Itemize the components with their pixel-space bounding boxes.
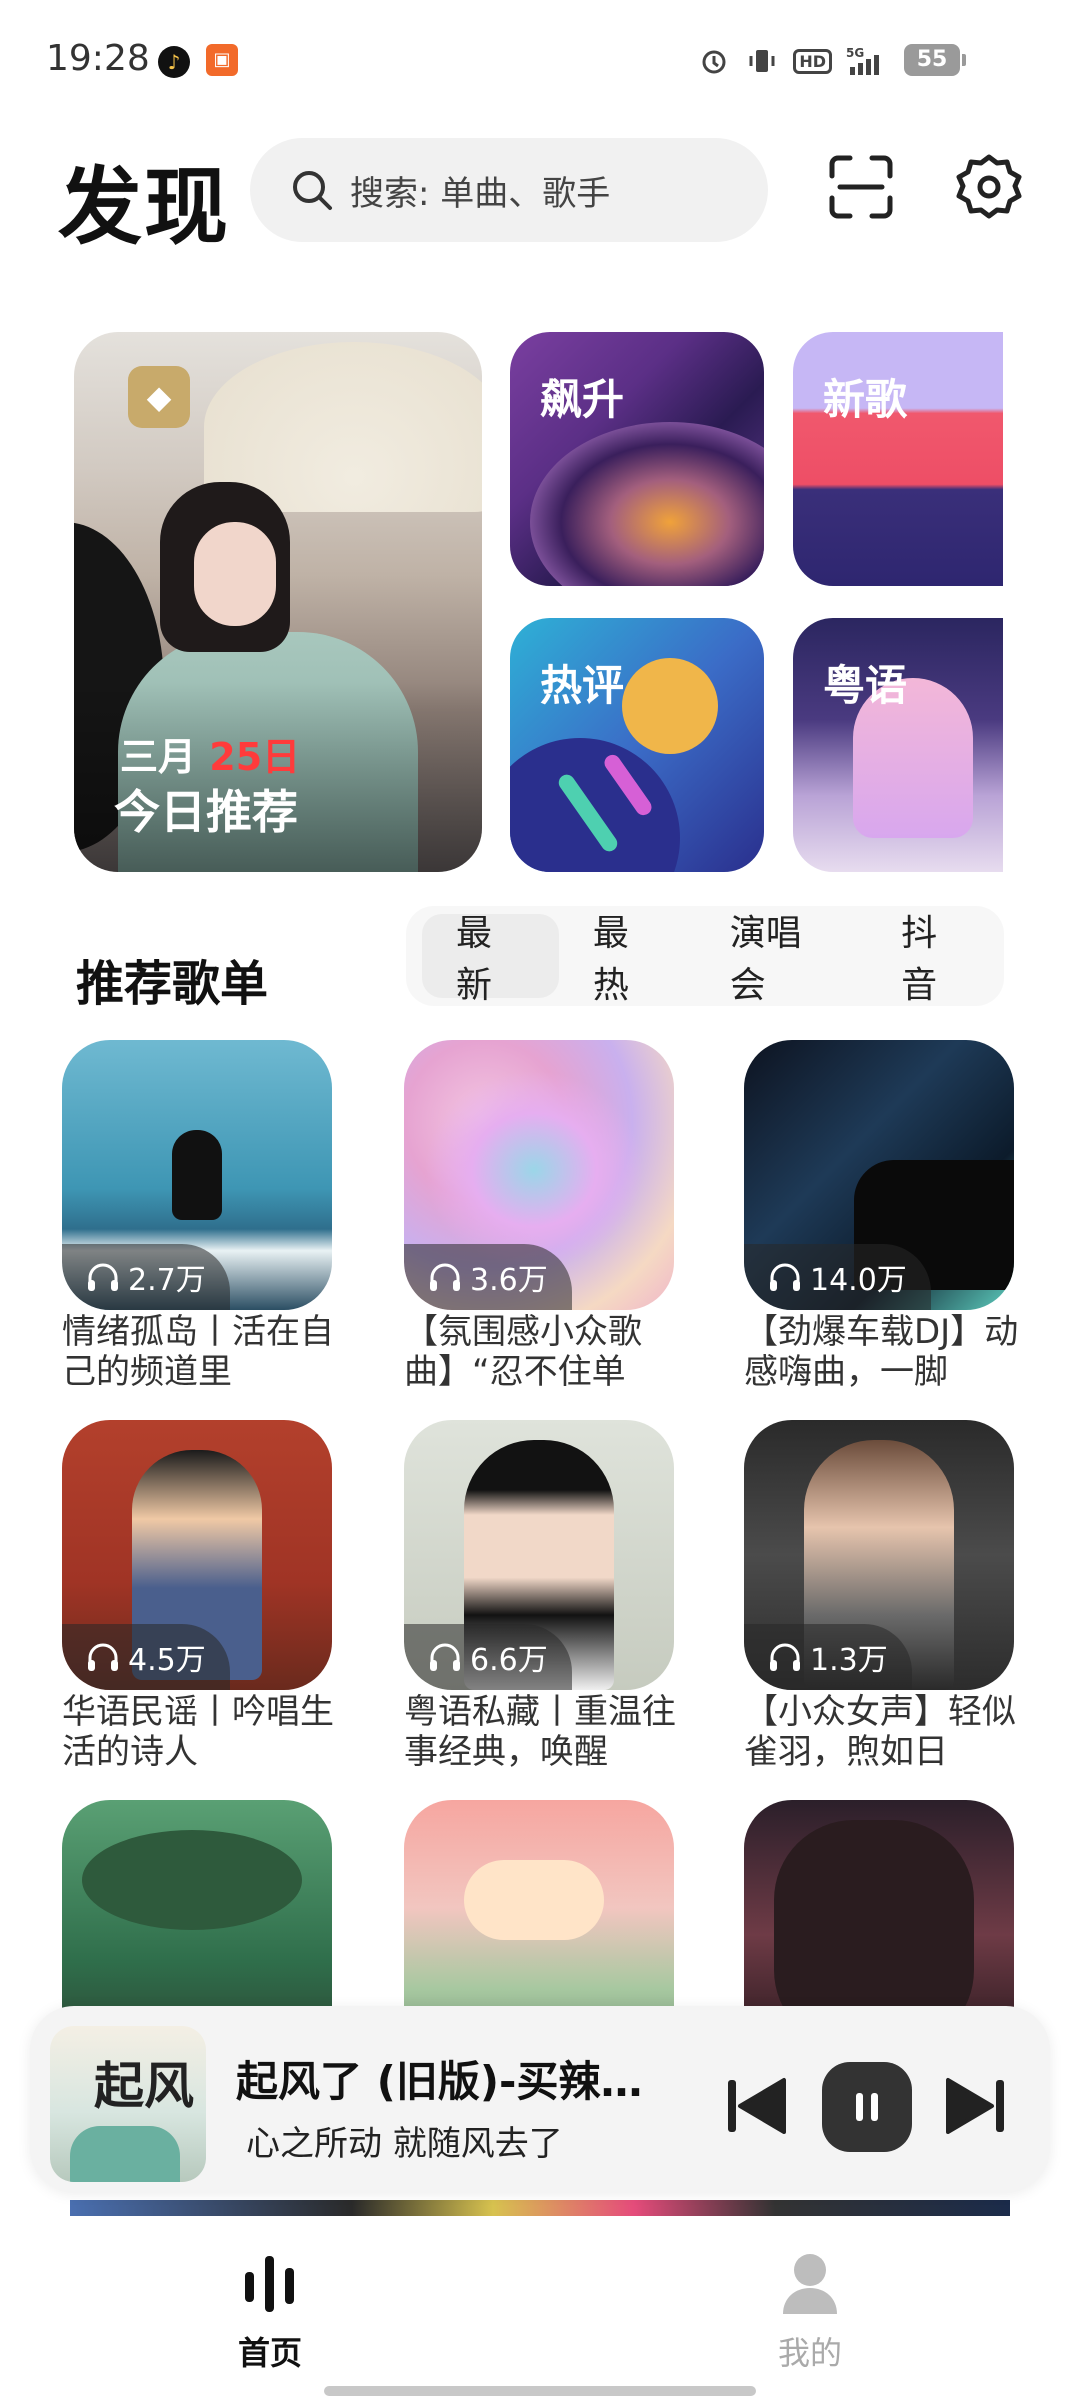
hd-icon: HD [793, 48, 832, 74]
play-count: 4.5万 [62, 1624, 230, 1690]
headphone-icon [430, 1263, 460, 1291]
next-icon[interactable] [940, 2074, 1010, 2138]
tile-hot-comments[interactable]: 热评 [510, 618, 764, 872]
app-notification-icon: ▣ [206, 44, 238, 76]
home-bars-icon [245, 2256, 294, 2312]
play-count-value: 4.5万 [128, 1643, 206, 1678]
playlist-cover[interactable]: 4.5万 [62, 1420, 332, 1690]
section-title: 推荐歌单 [76, 956, 269, 1012]
album-art-text: 起风 [94, 2056, 194, 2115]
profile-icon [783, 2254, 837, 2314]
tile-new-songs[interactable]: 新歌 [793, 332, 1003, 586]
cat-art [172, 1130, 222, 1220]
home-indicator[interactable] [324, 2386, 756, 2396]
playlist-title[interactable]: 华语民谣丨吟唱生活的诗人 [62, 1692, 352, 1772]
sunset-art [464, 1860, 604, 1940]
play-count-value: 14.0万 [810, 1263, 907, 1298]
daily-month: 三月 [120, 735, 197, 779]
play-count-value: 2.7万 [128, 1263, 206, 1298]
song-title[interactable]: 起风了 (旧版)-买辣… [236, 2048, 666, 2109]
play-count-value: 3.6万 [470, 1263, 548, 1298]
headphone-icon [770, 1643, 800, 1671]
playlist-title[interactable]: 粤语私藏丨重温往事经典，唤醒 [404, 1692, 694, 1772]
pause-button[interactable] [822, 2062, 912, 2152]
play-count: 6.6万 [404, 1624, 572, 1690]
tile-label: 热评 [540, 661, 625, 710]
status-bar: 19:28 ♪ ▣ HD 5G 55 [0, 0, 1080, 120]
search-bar[interactable]: 搜索: 单曲、歌手 [250, 138, 768, 242]
album-art[interactable]: 起风 [50, 2026, 206, 2182]
covers-peek [70, 2200, 1010, 2216]
playlist-title[interactable]: 【氛围感小众歌曲】“忍不住单 [404, 1312, 694, 1392]
nav-home[interactable]: 首页 [200, 2248, 340, 2374]
nav-me-label: 我的 [777, 2334, 842, 2372]
tab-hottest[interactable]: 最热 [559, 913, 696, 1006]
daily-title: 今日推荐 [114, 785, 298, 839]
alarm-icon [697, 44, 731, 78]
tile-label: 粤语 [823, 661, 908, 710]
playlist-title[interactable]: 【小众女声】轻似雀羽，煦如日 [744, 1692, 1034, 1772]
sun-art [622, 658, 718, 754]
pause-icon [856, 2093, 878, 2121]
tab-latest[interactable]: 最新 [422, 913, 559, 1006]
bottom-nav: 首页 我的 [0, 2216, 1080, 2408]
tab-concert[interactable]: 演唱会 [696, 913, 867, 1006]
signal-icon: 5G [846, 44, 892, 78]
page-title: 发现 [58, 158, 231, 256]
album-figure-art [70, 2126, 180, 2182]
headphone-icon [88, 1263, 118, 1291]
previous-icon[interactable] [722, 2074, 792, 2138]
gear-icon[interactable] [954, 152, 1024, 222]
daily-recommend-card[interactable]: ◆ 三月 25日 今日推荐 [74, 332, 482, 872]
play-count: 14.0万 [744, 1244, 931, 1310]
butterfly-art [424, 1070, 644, 1270]
playlist-title[interactable]: 【劲爆车载DJ】动感嗨曲，一脚 [744, 1312, 1034, 1392]
song-lyric: 心之所动 就随风去了 [246, 2124, 563, 2164]
playlist-cover[interactable]: 14.0万 [744, 1040, 1014, 1310]
daily-day: 25日 [209, 735, 301, 779]
svg-text:5G: 5G [846, 46, 864, 60]
play-count: 2.7万 [62, 1244, 230, 1310]
turntable-art [530, 422, 764, 586]
status-time: 19:28 [46, 38, 150, 79]
tile-rising[interactable]: 飙升 [510, 332, 764, 586]
daily-date: 三月 25日 [120, 726, 300, 781]
playlist-cover[interactable]: 1.3万 [744, 1420, 1014, 1690]
play-count-value: 1.3万 [810, 1643, 888, 1678]
play-count-value: 6.6万 [470, 1643, 548, 1678]
scan-icon[interactable] [828, 154, 894, 220]
battery-indicator: 55 [904, 44, 966, 76]
tile-label: 新歌 [823, 375, 908, 424]
music-app-icon: ♪ [158, 46, 190, 78]
headphone-icon [430, 1643, 460, 1671]
playlist-cover[interactable]: 2.7万 [62, 1040, 332, 1310]
playlist-title[interactable]: 情绪孤岛丨活在自己的频道里 [62, 1312, 352, 1392]
diamond-icon: ◆ [128, 366, 190, 428]
playlist-cover[interactable]: 6.6万 [404, 1420, 674, 1690]
headphone-icon [770, 1263, 800, 1291]
hat-art [82, 1830, 302, 1930]
search-icon [293, 171, 332, 210]
blob-art [510, 738, 680, 872]
face-art [194, 522, 276, 626]
playlist-tabs: 最新 最热 演唱会 抖音 [406, 906, 1004, 1006]
search-placeholder: 搜索: 单曲、歌手 [350, 173, 611, 214]
tile-cantonese[interactable]: 粤语 [793, 618, 1003, 872]
tile-label: 飙升 [540, 375, 625, 424]
headphone-icon [88, 1643, 118, 1671]
nav-me[interactable]: 我的 [740, 2248, 880, 2374]
nav-home-label: 首页 [237, 2334, 302, 2372]
vibrate-icon [745, 44, 779, 78]
playlist-cover[interactable]: 3.6万 [404, 1040, 674, 1310]
play-count: 1.3万 [744, 1624, 912, 1690]
tab-douyin[interactable]: 抖音 [867, 913, 1004, 1006]
play-count: 3.6万 [404, 1244, 572, 1310]
mini-player[interactable]: 起风 起风了 (旧版)-买辣… 心之所动 就随风去了 [30, 2006, 1050, 2192]
